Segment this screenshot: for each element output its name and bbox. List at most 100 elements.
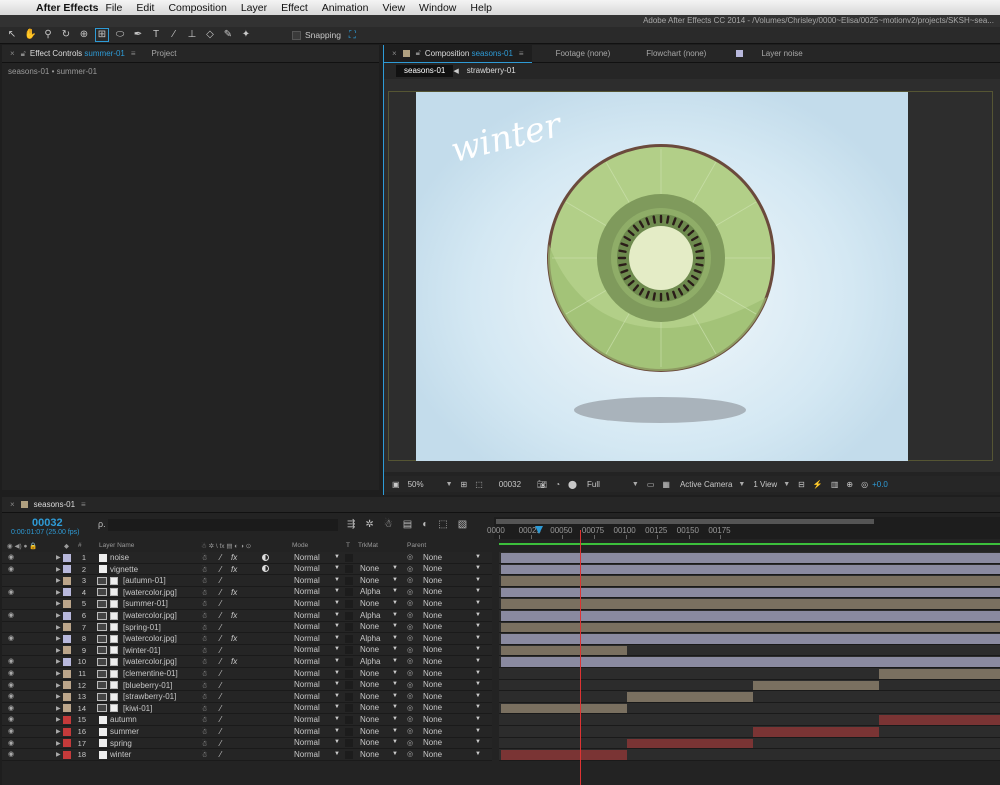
track-row[interactable]: [499, 633, 1000, 645]
quality-switch-icon[interactable]: ⁄: [220, 646, 221, 655]
parent-select[interactable]: None ▼: [423, 634, 483, 644]
layer-name[interactable]: [winter-01]: [123, 646, 160, 655]
layer-name[interactable]: [clementine-01]: [123, 669, 178, 678]
reset-exposure-icon[interactable]: ◎: [861, 480, 868, 489]
layer-search-input[interactable]: [108, 519, 338, 531]
shy-switch-icon[interactable]: ☃: [201, 553, 208, 562]
tab-layer[interactable]: Layer noise: [728, 45, 810, 63]
dropdown-arrow-icon[interactable]: ▼: [334, 693, 340, 699]
quality-switch-icon[interactable]: ⁄: [220, 669, 221, 678]
track-row[interactable]: [499, 621, 1000, 634]
selection-tool-icon[interactable]: ↖: [6, 29, 18, 41]
track-row[interactable]: [499, 575, 1000, 587]
layer-label-color[interactable]: [63, 669, 71, 678]
pick-whip-icon[interactable]: ◎: [407, 576, 413, 584]
rotation-tool-icon[interactable]: ↻: [60, 29, 72, 41]
menu-edit[interactable]: Edit: [129, 2, 161, 14]
parent-select[interactable]: None ▼: [423, 738, 483, 748]
layer-row[interactable]: ◉ ▶ 15 autumn ☃ ⁄ Normal ▼ None ▼ ◎ None ▼: [2, 714, 492, 726]
region-of-interest-icon[interactable]: ▭: [647, 480, 655, 489]
pick-whip-icon[interactable]: ◎: [407, 646, 413, 654]
ellipse-tool-icon[interactable]: ⬭: [114, 29, 126, 41]
track-row[interactable]: [499, 702, 1000, 715]
work-area-bar[interactable]: [496, 519, 874, 524]
dropdown-arrow-icon[interactable]: ▼: [392, 693, 398, 699]
blend-mode-select[interactable]: Normal ▼: [294, 634, 342, 644]
pick-whip-icon[interactable]: ◎: [407, 692, 413, 700]
dropdown-arrow-icon[interactable]: ▼: [475, 728, 481, 734]
track-matte-select[interactable]: None ▼: [360, 703, 400, 713]
quality-switch-icon[interactable]: ⁄: [220, 681, 221, 690]
blend-mode-select[interactable]: Normal ▼: [294, 703, 342, 713]
dropdown-arrow-icon[interactable]: ▼: [334, 739, 340, 745]
dropdown-arrow-icon[interactable]: ▼: [334, 658, 340, 664]
layer-label-color[interactable]: [63, 634, 71, 643]
layer-name[interactable]: [summer-01]: [123, 599, 168, 608]
layer-name-header[interactable]: Layer Name: [99, 542, 134, 549]
blend-mode-select[interactable]: Normal ▼: [294, 750, 342, 760]
track-matte-select[interactable]: None ▼: [360, 622, 400, 632]
layer-name[interactable]: noise: [110, 553, 129, 562]
close-tab-icon[interactable]: ×: [10, 500, 15, 509]
track-matte-select[interactable]: None ▼: [360, 692, 400, 702]
layer-duration-bar[interactable]: [501, 564, 1000, 575]
shy-switch-icon[interactable]: ☃: [201, 657, 208, 666]
layer-name[interactable]: [autumn-01]: [123, 576, 166, 585]
layer-row[interactable]: ◉ ▶ 10 [watercolor.jpg] ☃ ⁄ fx Normal ▼ Alpha ▼ ◎ No…: [2, 656, 492, 668]
quality-switch-icon[interactable]: ⁄: [220, 611, 221, 620]
layer-row[interactable]: ▶ 3 [autumn-01] ☃ ⁄ Normal ▼ None ▼ ◎ None ▼: [2, 575, 492, 587]
draft-3d-icon[interactable]: ✲: [365, 519, 373, 530]
layer-name[interactable]: [watercolor.jpg]: [123, 588, 177, 597]
comp-canvas[interactable]: winter: [416, 92, 908, 461]
snapshot-icon[interactable]: 📷︎: [537, 480, 547, 489]
twirl-arrow-icon[interactable]: ▶: [56, 740, 61, 747]
dropdown-arrow-icon[interactable]: ▼: [334, 577, 340, 583]
pick-whip-icon[interactable]: ◎: [407, 588, 413, 596]
pick-whip-icon[interactable]: ◎: [407, 553, 413, 561]
parent-select[interactable]: None ▼: [423, 599, 483, 609]
show-snapshot-icon[interactable]: ◔: [555, 480, 560, 489]
quality-switch-icon[interactable]: ⁄: [220, 704, 221, 713]
preserve-transparency-checkbox[interactable]: [345, 750, 353, 759]
layer-duration-bar[interactable]: [627, 692, 753, 702]
panel-menu-icon[interactable]: ≡: [519, 49, 524, 58]
snapping-options-icon[interactable]: ⛶: [349, 30, 356, 41]
twirl-arrow-icon[interactable]: ▶: [56, 658, 61, 665]
parent-select[interactable]: None ▼: [423, 669, 483, 679]
menu-layer[interactable]: Layer: [234, 2, 274, 14]
visibility-eye-icon[interactable]: ◉: [8, 715, 14, 723]
layer-duration-bar[interactable]: [879, 715, 1000, 725]
track-row[interactable]: [499, 644, 1000, 657]
parent-select[interactable]: None ▼: [423, 622, 483, 632]
parent-select[interactable]: None ▼: [423, 657, 483, 667]
twirl-arrow-icon[interactable]: ▶: [56, 647, 61, 654]
track-matte-select[interactable]: Alpha ▼: [360, 634, 400, 644]
dropdown-arrow-icon[interactable]: ▼: [392, 751, 398, 757]
pick-whip-icon[interactable]: ◎: [407, 657, 413, 665]
visibility-eye-icon[interactable]: ◉: [8, 669, 14, 677]
layer-name[interactable]: [watercolor.jpg]: [123, 611, 177, 620]
quality-switch-icon[interactable]: ⁄: [220, 692, 221, 701]
dropdown-arrow-icon[interactable]: ▼: [475, 670, 481, 676]
tab-footage[interactable]: Footage (none): [548, 45, 619, 63]
layer-label-color[interactable]: [63, 681, 71, 690]
layer-duration-bar[interactable]: [501, 599, 1000, 609]
parent-select[interactable]: None ▼: [423, 587, 483, 597]
tab-composition[interactable]: × 🔓︎ Composition seasons-01 ≡: [384, 44, 532, 63]
layer-name[interactable]: [strawberry-01]: [123, 692, 176, 701]
dropdown-arrow-icon[interactable]: ▼: [392, 577, 398, 583]
twirl-arrow-icon[interactable]: ▶: [56, 705, 61, 712]
layer-duration-bar[interactable]: [753, 727, 879, 737]
visibility-eye-icon[interactable]: ◉: [8, 727, 14, 735]
layer-duration-bar[interactable]: [501, 634, 1000, 644]
track-row[interactable]: [499, 714, 1000, 726]
blend-mode-select[interactable]: Normal ▼: [294, 715, 342, 725]
parent-select[interactable]: None ▼: [423, 715, 483, 725]
layer-name[interactable]: vignette: [110, 565, 138, 574]
clone-stamp-tool-icon[interactable]: ⊥: [186, 29, 198, 41]
parent-select[interactable]: None ▼: [423, 645, 483, 655]
quality-switch-icon[interactable]: ⁄: [220, 576, 221, 585]
app-menu[interactable]: After Effects: [30, 2, 98, 14]
track-matte-select[interactable]: Alpha ▼: [360, 587, 400, 597]
blend-mode-select[interactable]: Normal ▼: [294, 611, 342, 621]
